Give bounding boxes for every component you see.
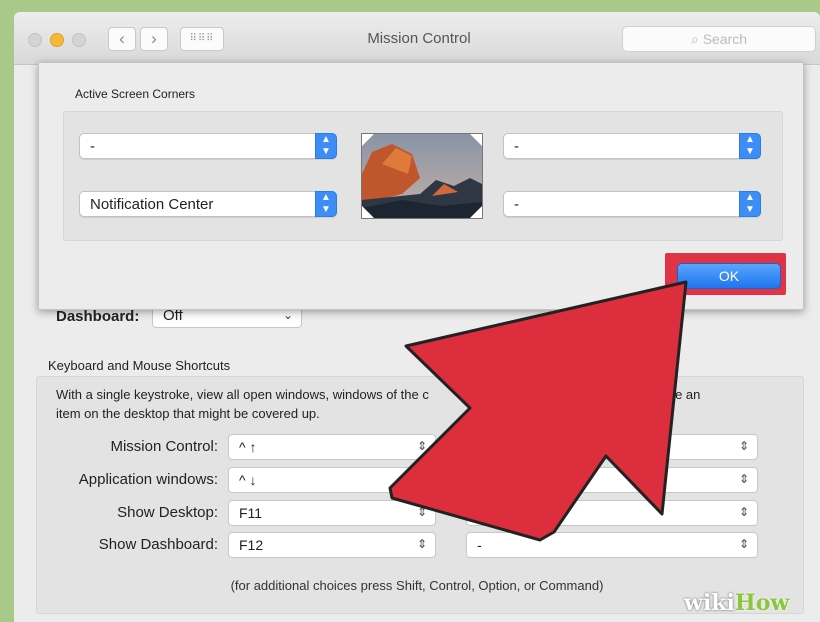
pointer-arrow-annotation <box>388 280 688 542</box>
